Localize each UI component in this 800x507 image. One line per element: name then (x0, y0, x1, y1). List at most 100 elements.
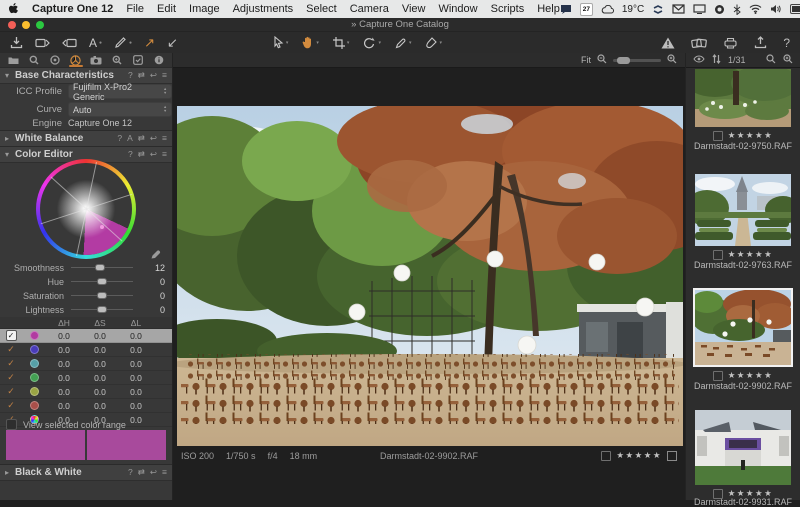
share-icon[interactable] (754, 35, 767, 51)
table-row[interactable]: ✓ 0.00.00.0 (0, 399, 172, 413)
saturation-slider[interactable] (71, 295, 133, 296)
row-checkbox[interactable]: ✓ (6, 330, 17, 341)
tab-capture-icon[interactable] (27, 53, 41, 67)
reset-icon[interactable]: ↩ (150, 149, 157, 160)
menu-item-edit[interactable]: Edit (157, 3, 176, 15)
menu-item-view[interactable]: View (402, 3, 426, 15)
color-dot[interactable] (30, 373, 39, 382)
reset-icon[interactable]: ↩ (150, 467, 157, 478)
annotation-icon[interactable]: A● (89, 35, 102, 51)
fit-label[interactable]: Fit (581, 55, 591, 65)
chevron-down-icon[interactable]: ▾ (5, 71, 15, 80)
print-icon[interactable] (723, 35, 738, 51)
tab-adjustments-icon[interactable] (131, 53, 145, 67)
copy-icon[interactable]: ⇄ (138, 467, 145, 478)
thumbnail-filename[interactable]: Darmstadt-02-9763.RAF (686, 260, 800, 270)
wifi-icon[interactable] (749, 4, 762, 14)
help-icon[interactable]: ? (783, 35, 790, 51)
table-row[interactable]: ✓ 0.00.00.0 (0, 385, 172, 399)
color-dot[interactable] (30, 401, 39, 410)
calendar-icon[interactable]: 27 (580, 3, 593, 16)
color-dot[interactable] (30, 387, 39, 396)
main-photo[interactable] (177, 106, 683, 446)
table-row[interactable]: ✓ 0.00.00.0 (0, 343, 172, 357)
zoom-slider[interactable] (613, 59, 661, 62)
select-cursor-icon[interactable]: ▾ (273, 35, 289, 51)
panel-header-black-white[interactable]: ▸ Black & White ?⇄↩≡ (0, 464, 172, 481)
battery-icon[interactable] (790, 4, 800, 14)
help-icon[interactable]: ? (128, 467, 133, 478)
thumbnail-filename[interactable]: Darmstadt-02-9750.RAF (686, 141, 800, 151)
thumb-rating-stars[interactable]: ★★★★★ (728, 370, 774, 381)
tab-lens-icon[interactable] (48, 53, 62, 67)
menu-item-file[interactable]: File (126, 3, 144, 15)
menu-icon[interactable]: ≡ (162, 133, 167, 144)
menu-app-name[interactable]: Capture One 12 (32, 3, 113, 15)
row-checkbox[interactable]: ✓ (0, 372, 22, 383)
temperature-status[interactable]: 19°C (622, 4, 644, 15)
thumb-checkbox[interactable] (713, 131, 723, 141)
thumbnail-9750[interactable] (695, 69, 791, 127)
camera-icon[interactable] (714, 4, 725, 15)
zoom-thumbs-icon[interactable] (783, 54, 793, 66)
bluetooth-icon[interactable] (733, 4, 741, 15)
thumbnail-9763[interactable] (695, 174, 791, 246)
reset-icon[interactable]: ↩ (150, 133, 157, 144)
search-filter-icon[interactable] (766, 54, 776, 66)
menu-item-window[interactable]: Window (438, 3, 477, 15)
zoom-out-icon[interactable] (597, 54, 607, 66)
table-row[interactable]: ✓ 0.00.00.0 (0, 329, 172, 343)
rotate-left-icon[interactable] (35, 35, 50, 51)
color-dot[interactable] (30, 331, 39, 340)
selected-color-swatch[interactable] (6, 430, 85, 460)
thumbnail-filename[interactable]: Darmstadt-02-9931.RAF (686, 497, 800, 507)
auto-icon[interactable]: A (127, 133, 133, 144)
export-arrow-icon[interactable]: ↗ (144, 35, 155, 51)
row-checkbox[interactable]: ✓ (0, 344, 22, 355)
chevron-right-icon[interactable]: ▸ (5, 468, 15, 477)
photos-stack-icon[interactable] (691, 35, 707, 51)
smoothness-slider[interactable] (71, 267, 133, 268)
rating-stars[interactable]: ★★★★★ (616, 450, 662, 461)
row-checkbox[interactable]: ✓ (0, 400, 22, 411)
tab-details-icon[interactable] (110, 53, 124, 67)
view-color-range-option[interactable]: View selected color range (6, 419, 126, 430)
menu-item-camera[interactable]: Camera (350, 3, 389, 15)
thumb-rating-stars[interactable]: ★★★★★ (728, 130, 774, 141)
lightness-slider[interactable] (71, 309, 133, 310)
menu-icon[interactable]: ≡ (162, 149, 167, 160)
chat-icon[interactable] (560, 4, 572, 15)
copy-icon[interactable]: ⇄ (138, 133, 145, 144)
icc-profile-select[interactable]: Fujifilm X-Pro2 Generic▲▼ (68, 84, 172, 99)
tab-library-icon[interactable] (6, 53, 20, 67)
draw-icon[interactable]: ● (114, 35, 132, 51)
warning-icon[interactable] (661, 35, 675, 51)
pan-hand-icon[interactable]: ▾ (302, 35, 319, 51)
rotate-right-icon[interactable] (62, 35, 77, 51)
eyedropper-icon[interactable]: ▾ (395, 35, 412, 51)
import-arrow-icon[interactable]: ↙ (167, 35, 178, 51)
row-checkbox[interactable]: ✓ (0, 386, 22, 397)
color-pick-marker[interactable] (100, 225, 104, 229)
view-range-checkbox[interactable] (6, 419, 17, 430)
cloud-icon[interactable] (601, 5, 614, 14)
thumb-rating-stars[interactable]: ★★★★★ (728, 249, 774, 260)
chevron-right-icon[interactable]: ▸ (5, 134, 15, 143)
row-checkbox[interactable]: ✓ (0, 358, 22, 369)
curve-select[interactable]: Auto▲▼ (68, 102, 172, 117)
menu-icon[interactable]: ≡ (162, 70, 167, 81)
chevron-down-icon[interactable]: ▾ (5, 150, 15, 159)
menu-icon[interactable]: ≡ (162, 467, 167, 478)
volume-icon[interactable] (770, 4, 782, 14)
thumbnail-9931[interactable] (695, 410, 791, 485)
menu-item-scripts[interactable]: Scripts (491, 3, 525, 15)
help-icon[interactable]: ? (117, 133, 122, 144)
hue-slider[interactable] (71, 281, 133, 282)
help-icon[interactable]: ? (128, 149, 133, 160)
copy-icon[interactable]: ⇄ (138, 70, 145, 81)
zoom-in-icon[interactable] (667, 54, 677, 66)
menu-item-adjustments[interactable]: Adjustments (233, 3, 294, 15)
color-wheel[interactable] (36, 159, 136, 259)
tab-color-icon[interactable] (69, 53, 83, 67)
help-icon[interactable]: ? (128, 70, 133, 81)
